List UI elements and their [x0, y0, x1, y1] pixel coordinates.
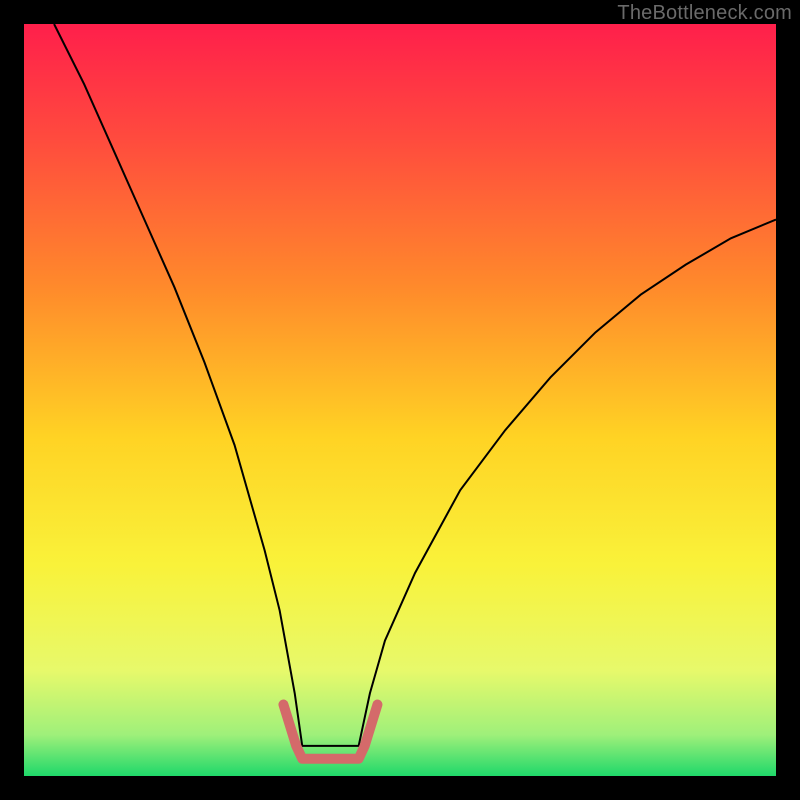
chart-background	[24, 24, 776, 776]
chart-svg	[24, 24, 776, 776]
chart-frame	[24, 24, 776, 776]
watermark-text: TheBottleneck.com	[617, 2, 792, 25]
